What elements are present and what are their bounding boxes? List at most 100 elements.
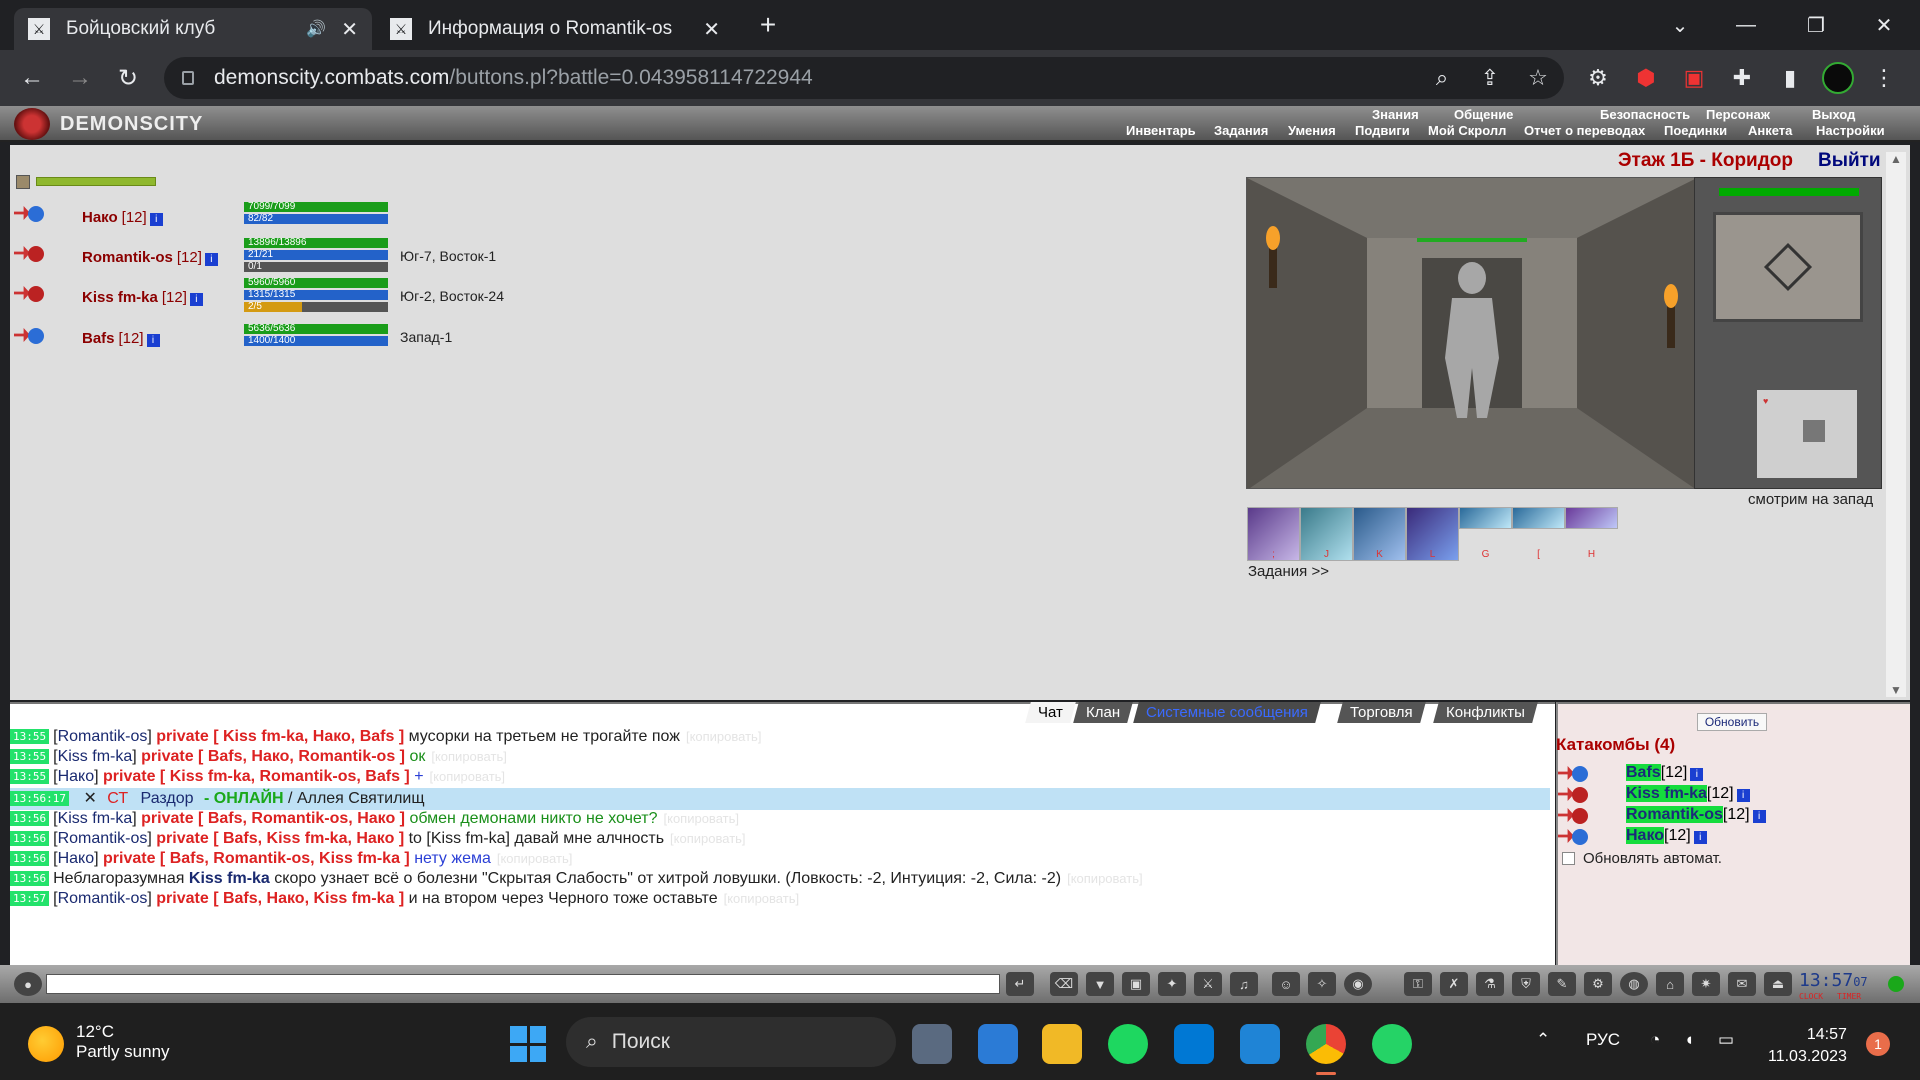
chat-message[interactable]: 13:56 [Нако] private [ Bafs, Romantik-os,… — [10, 850, 572, 870]
chat-message[interactable]: 13:55 [Нако] private [ Kiss fm-ka, Romant… — [10, 768, 505, 788]
extensions-puzzle-icon[interactable]: ✚ — [1726, 62, 1758, 94]
pocket-icon[interactable]: ▣ — [1678, 62, 1710, 94]
player-romantik-os[interactable]: Romantik-os [12] i — [82, 249, 218, 267]
star-icon[interactable]: ✷ — [1692, 972, 1720, 996]
menu-quests[interactable]: Задания — [1214, 123, 1268, 139]
mail-icon[interactable] — [1240, 1024, 1280, 1064]
info-icon[interactable]: i — [149, 213, 163, 226]
swords-icon[interactable]: ⚔ — [1194, 972, 1222, 996]
reload-icon[interactable]: ↻ — [110, 60, 146, 96]
vscode-icon[interactable] — [1174, 1024, 1214, 1064]
send-icon[interactable]: ↵ — [1006, 972, 1034, 996]
sword-icon[interactable] — [16, 175, 30, 189]
settings-app-icon[interactable] — [912, 1024, 952, 1064]
forward-icon[interactable]: → — [62, 60, 98, 96]
new-tab-icon[interactable]: + — [740, 8, 796, 42]
chat-highlight-message[interactable]: 13:56:17 ✕ СТ Раздор - ОНЛАЙН / Аллея Св… — [10, 788, 1550, 810]
exit-button[interactable]: Выйти — [1818, 150, 1881, 172]
info-icon[interactable]: i — [204, 253, 218, 266]
chat-message[interactable]: 13:56 [Kiss fm-ka] private [ Bafs, Romant… — [10, 810, 739, 830]
chat-system-message[interactable]: 13:56 Неблагоразумная Kiss fm-ka скоро уз… — [10, 870, 1143, 890]
tab-conflicts[interactable]: Конфликты — [1433, 702, 1538, 723]
menu-fights[interactable]: Поединки — [1664, 123, 1727, 139]
music-icon[interactable]: ♫ — [1230, 972, 1258, 996]
player-nako[interactable]: Нако [12] i — [82, 209, 163, 227]
scroll-slot-1[interactable] — [1459, 507, 1512, 529]
player-bafs[interactable]: Bafs [12] i — [82, 330, 160, 348]
tab-trade[interactable]: Торговля — [1337, 702, 1426, 723]
info-icon[interactable]: i — [1693, 831, 1707, 844]
speaker-icon[interactable]: 🔊 — [306, 19, 326, 39]
menu-character[interactable]: Персонаж — [1706, 107, 1770, 123]
minimap[interactable]: ♥ — [1694, 177, 1882, 489]
info-icon[interactable]: i — [1690, 768, 1704, 781]
close-x-icon[interactable]: ✕ — [83, 790, 96, 807]
shield-icon[interactable]: ⛨ — [1512, 972, 1540, 996]
menu-dots-icon[interactable]: ⋮ — [1868, 62, 1900, 94]
globe-icon[interactable]: ◍ — [1620, 972, 1648, 996]
settings-icon[interactable]: ⚙ — [1584, 972, 1612, 996]
scroll-slot-3[interactable] — [1565, 507, 1618, 529]
chat-mode-icon[interactable]: ● — [14, 972, 42, 996]
menu-transfer-report[interactable]: Отчет о переводах — [1524, 123, 1645, 139]
taskbar-search[interactable]: ⌕ Поиск — [566, 1017, 896, 1067]
compass-icon[interactable] — [1713, 212, 1863, 322]
info-icon[interactable]: i — [146, 334, 160, 347]
chat-message[interactable]: 13:56 [Romantik-os] private [ Bafs, Kiss … — [10, 830, 746, 850]
weather-widget[interactable]: 12°C Partly sunny — [76, 1022, 170, 1062]
catacombs-player-romantik-os[interactable]: Romantik-os[12] i — [1626, 806, 1766, 824]
weather-sun-icon[interactable] — [28, 1026, 64, 1062]
menu-profile[interactable]: Анкета — [1748, 123, 1792, 139]
zoom-icon[interactable]: ⌕ — [1426, 62, 1458, 94]
info-icon[interactable]: i — [1752, 810, 1766, 823]
adblock-icon[interactable]: ⬢ — [1630, 62, 1662, 94]
main-scrollbar[interactable]: ▲ ▼ — [1886, 152, 1906, 697]
menu-settings[interactable]: Настройки — [1816, 123, 1885, 139]
auto-refresh-checkbox[interactable] — [1562, 852, 1575, 865]
bell-icon[interactable]: ✉ — [1728, 972, 1756, 996]
window-close-icon[interactable]: ✕ — [1856, 8, 1912, 42]
chat-message[interactable]: 13:57 [Romantik-os] private [ Bafs, Нако,… — [10, 890, 799, 910]
battery-icon[interactable]: ▭ — [1718, 1030, 1734, 1050]
potion-icon[interactable]: ⚗ — [1476, 972, 1504, 996]
catacombs-player-nako[interactable]: Нако[12] i — [1626, 827, 1707, 845]
info-icon[interactable]: i — [1736, 789, 1750, 802]
profile-avatar[interactable] — [1822, 62, 1854, 94]
chat-message[interactable]: 13:55 [Kiss fm-ka] private [ Bafs, Нако, … — [10, 748, 507, 768]
restore-icon[interactable]: ❐ — [1788, 8, 1844, 42]
chat-input[interactable] — [46, 974, 1000, 994]
whatsapp-icon[interactable] — [1372, 1024, 1412, 1064]
player-kiss-fm-ka[interactable]: Kiss fm-ka [12] i — [82, 289, 203, 307]
minimize-icon[interactable]: — — [1718, 8, 1774, 42]
sword-cross-icon[interactable]: ✗ — [1440, 972, 1468, 996]
tasks-link[interactable]: Задания >> — [1248, 563, 1329, 580]
menu-knowledge[interactable]: Знания — [1372, 107, 1419, 123]
menu-exit[interactable]: Выход — [1812, 107, 1855, 123]
back-icon[interactable]: ← — [14, 60, 50, 96]
bookmark-star-icon[interactable]: ☆ — [1522, 62, 1554, 94]
scroll-slot-2[interactable] — [1512, 507, 1565, 529]
disk-icon[interactable]: ◉ — [1344, 972, 1372, 996]
exit-icon[interactable]: ⏏ — [1764, 972, 1792, 996]
home-icon[interactable]: ⌂ — [1656, 972, 1684, 996]
menu-feats[interactable]: Подвиги — [1355, 123, 1410, 139]
wifi-icon[interactable]: ◔ — [1650, 1030, 1660, 1050]
side-panel-icon[interactable]: ▮ — [1774, 62, 1806, 94]
fighter-icon[interactable]: ✦ — [1158, 972, 1186, 996]
auto-refresh-row[interactable]: Обновлять автомат. — [1562, 850, 1722, 867]
tab-search-chevron-icon[interactable]: ⌄ — [1652, 8, 1708, 42]
corridor-view[interactable] — [1246, 177, 1696, 489]
menu-security[interactable]: Безопасность — [1600, 107, 1690, 123]
tab-clan[interactable]: Клан — [1073, 702, 1133, 723]
filter-icon[interactable]: ▼ — [1086, 972, 1114, 996]
menu-social[interactable]: Общение — [1454, 107, 1513, 123]
address-bar[interactable]: demonscity.combats.com/buttons.pl?battle… — [164, 57, 1564, 99]
info-icon[interactable]: i — [189, 293, 203, 306]
tab-romantik-info[interactable]: ⚔ Информация о Romantik-os ✕ — [376, 8, 734, 50]
store-app-icon[interactable] — [978, 1024, 1018, 1064]
share-icon[interactable]: ⇪ — [1474, 62, 1506, 94]
volume-icon[interactable]: ◖ — [1684, 1030, 1694, 1050]
spotify-icon[interactable] — [1108, 1024, 1148, 1064]
close-icon[interactable]: ✕ — [703, 17, 720, 42]
save-icon[interactable]: ▣ — [1122, 972, 1150, 996]
